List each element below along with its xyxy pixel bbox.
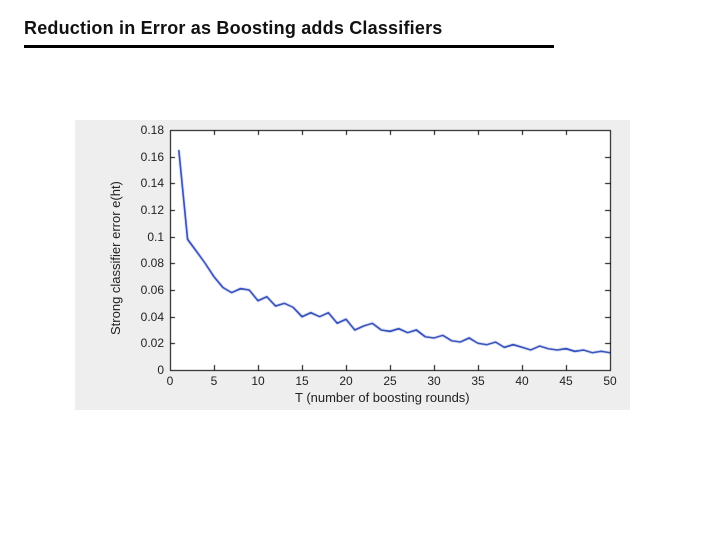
y-tick-label: 0.1 [134,230,164,244]
x-tick-label: 5 [204,374,224,388]
page-title: Reduction in Error as Boosting adds Clas… [24,18,554,39]
y-tick-label: 0.18 [134,123,164,137]
y-tick-label: 0 [134,363,164,377]
y-tick-label: 0.08 [134,256,164,270]
x-tick-label: 20 [336,374,356,388]
y-tick-label: 0.06 [134,283,164,297]
x-tick-label: 25 [380,374,400,388]
y-axis-label: Strong classifier error e(ht) [108,181,123,335]
x-axis-label: T (number of boosting rounds) [295,390,470,405]
x-tick-label: 40 [512,374,532,388]
y-tick-label: 0.12 [134,203,164,217]
chart: Strong classifier error e(ht) T (number … [75,120,630,410]
x-tick-label: 50 [600,374,620,388]
y-tick-label: 0.14 [134,176,164,190]
title-underline [24,45,554,48]
y-tick-label: 0.02 [134,336,164,350]
x-tick-label: 35 [468,374,488,388]
x-tick-label: 15 [292,374,312,388]
x-tick-label: 45 [556,374,576,388]
x-tick-label: 30 [424,374,444,388]
x-tick-label: 10 [248,374,268,388]
y-tick-label: 0.16 [134,150,164,164]
y-tick-label: 0.04 [134,310,164,324]
